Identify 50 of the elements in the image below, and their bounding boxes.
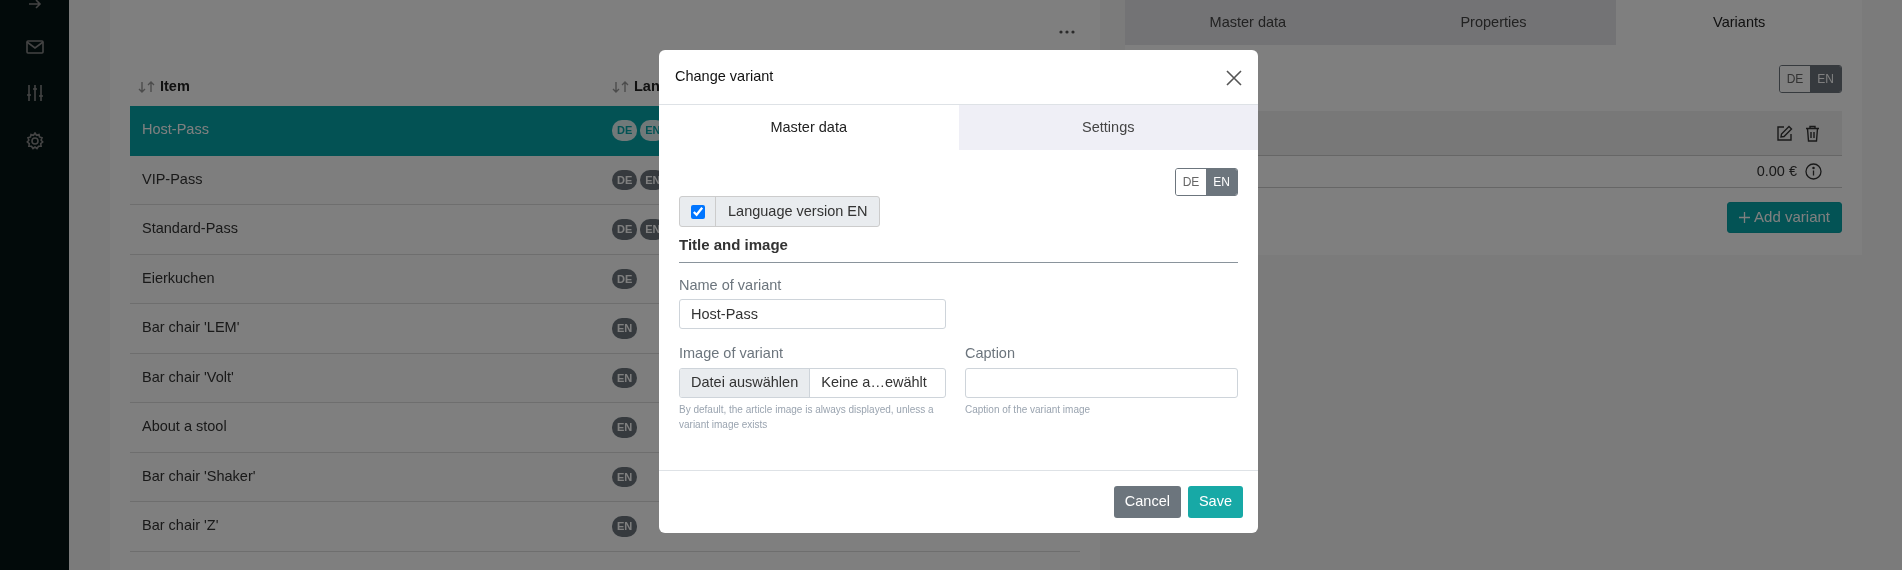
field-label: Name of variant — [679, 275, 783, 295]
plus-icon — [1739, 211, 1751, 223]
item-name: VIP-Pass — [141, 169, 204, 189]
mail-icon[interactable] — [25, 40, 44, 54]
language-badge: DE — [612, 169, 638, 190]
item-name: Bar chair 'LEM' — [141, 318, 241, 338]
language-toggle-button[interactable]: EN — [1206, 169, 1237, 195]
file-name: Keine a…ewählt — [820, 373, 928, 393]
language-badge: EN — [612, 367, 638, 388]
file-input[interactable]: Datei auswählen Keine a…ewählt — [679, 368, 946, 398]
name-input[interactable]: Host-Pass — [679, 299, 946, 330]
column-header[interactable]: Lan — [634, 76, 660, 98]
more-icon[interactable] — [1059, 30, 1075, 34]
arrow-icon[interactable] — [27, 0, 42, 10]
item-name: Bar chair 'Volt' — [141, 367, 235, 387]
sliders-icon[interactable] — [25, 84, 44, 102]
language-badge: EN — [612, 417, 638, 438]
tab[interactable]: Properties — [1370, 0, 1617, 45]
item-name: About a stool — [141, 417, 228, 437]
item-name: Eierkuchen — [141, 268, 216, 288]
sort-icon[interactable] — [612, 81, 630, 93]
price: 0.00 € — [1756, 161, 1797, 181]
help-text: By default, the article image is always displayed, unless a variant image exists — [679, 403, 935, 432]
trash-icon[interactable] — [1805, 124, 1820, 142]
column-header[interactable]: Item — [160, 76, 190, 98]
item-name: Bar chair 'Z' — [141, 516, 220, 536]
language-badge: EN — [612, 318, 638, 339]
modal-title: Change variant — [675, 67, 774, 87]
save-button[interactable]: Save — [1187, 486, 1243, 518]
language-badge: EN — [612, 466, 638, 487]
tab[interactable]: Master data — [1125, 0, 1371, 45]
add-variant-button[interactable]: Add variant — [1727, 202, 1842, 233]
section-title: Title and image — [679, 227, 1238, 263]
language-badge: DE — [612, 268, 638, 289]
caption-input[interactable] — [965, 368, 1238, 398]
item-name: Standard-Pass — [141, 219, 239, 239]
info-icon[interactable] — [1805, 163, 1822, 180]
language-toggle-button[interactable]: EN — [1810, 66, 1841, 92]
language-badge: EN — [612, 516, 638, 537]
tab[interactable]: Settings — [958, 105, 1258, 150]
language-badge: DE — [612, 219, 638, 240]
language-badge: DE — [612, 120, 638, 141]
sort-icon[interactable] — [138, 81, 156, 93]
close-icon — [1226, 69, 1242, 86]
language-checkbox[interactable] — [690, 204, 705, 219]
settings-icon[interactable] — [25, 132, 44, 150]
edit-icon[interactable] — [1776, 124, 1793, 142]
item-name: Host-Pass — [141, 120, 210, 140]
cancel-button[interactable]: Cancel — [1113, 486, 1181, 518]
item-name: Bar chair 'Shaker' — [141, 466, 257, 486]
